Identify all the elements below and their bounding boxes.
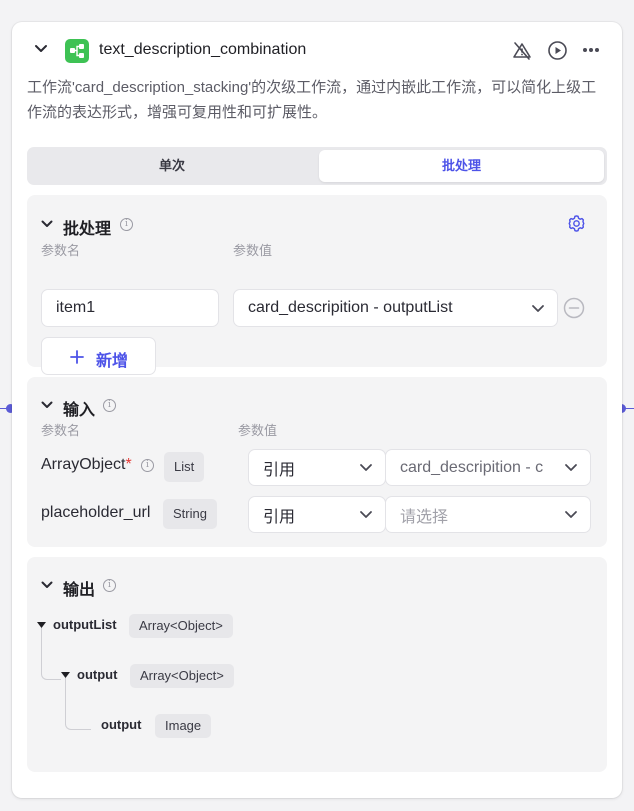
- param-name: placeholder_url: [41, 504, 151, 521]
- column-label-value: 参数值: [238, 423, 278, 438]
- ref-mode-text: 引用: [263, 461, 296, 479]
- plus-icon: [70, 350, 84, 364]
- column-label-name: 参数名: [41, 423, 81, 438]
- output-field-name: output: [101, 717, 142, 732]
- type-tag: List: [164, 452, 205, 482]
- info-icon[interactable]: i: [120, 218, 133, 231]
- workflow-node-card[interactable]: text_description_combination 工作流'card_de…: [12, 22, 622, 798]
- workflow-icon: [65, 39, 89, 63]
- ref-mode-text: 引用: [263, 508, 296, 526]
- batch-param-name-value: item1: [56, 299, 96, 316]
- chevron-down-icon: [532, 305, 544, 312]
- chevron-down-icon[interactable]: [41, 220, 53, 228]
- batch-param-value-select[interactable]: card_descripition - outputList: [233, 289, 558, 327]
- chevron-down-icon[interactable]: [41, 581, 53, 589]
- ref-mode-select[interactable]: 引用: [248, 449, 386, 486]
- input-title: 输入: [63, 402, 96, 419]
- input-panel: 输入 i 参数名 参数值 ArrayObject* i List 引用 card…: [27, 377, 607, 547]
- tree-connector: [65, 678, 91, 730]
- chevron-down-icon: [565, 464, 577, 471]
- chevron-down-icon: [360, 511, 372, 518]
- ref-value-select[interactable]: 请选择: [385, 496, 591, 533]
- add-param-button[interactable]: 新增: [41, 337, 156, 375]
- chevron-down-icon: [565, 511, 577, 518]
- column-label-name: 参数名: [41, 243, 81, 258]
- batch-param-value-text: card_descripition - outputList: [248, 299, 453, 316]
- info-icon[interactable]: i: [141, 459, 154, 472]
- more-icon[interactable]: [582, 47, 600, 53]
- type-tag: String: [163, 499, 217, 529]
- node-header: text_description_combination: [12, 22, 622, 78]
- output-field-name: outputList: [53, 617, 117, 632]
- output-title: 输出: [63, 582, 96, 599]
- ref-value-placeholder: 请选择: [400, 508, 449, 526]
- chevron-down-icon[interactable]: [41, 401, 53, 409]
- node-description: 工作流'card_description_stacking'的次级工作流，通过内…: [27, 79, 597, 121]
- required-mark: *: [125, 456, 132, 473]
- tab-batch[interactable]: 批处理: [319, 150, 604, 182]
- ref-value-select[interactable]: card_descripition - c: [385, 449, 591, 486]
- tab-single[interactable]: 单次: [30, 150, 314, 182]
- type-tag: Image: [155, 714, 212, 738]
- alert-off-icon[interactable]: [512, 41, 532, 61]
- type-tag: Array<Object>: [129, 614, 233, 638]
- ref-value-text: card_descripition - c: [400, 458, 544, 476]
- batch-param-name-input[interactable]: item1: [41, 289, 219, 327]
- caret-down-icon[interactable]: [36, 621, 47, 629]
- right-connector-line: [624, 408, 634, 409]
- param-name: ArrayObject: [41, 456, 126, 473]
- output-panel: 输出 i outputList Array<Object> output Arr…: [27, 557, 607, 772]
- type-tag: Array<Object>: [130, 664, 234, 688]
- output-field-name: output: [77, 667, 118, 682]
- column-label-value: 参数值: [233, 243, 273, 258]
- info-icon[interactable]: i: [103, 579, 116, 592]
- info-icon[interactable]: i: [103, 399, 116, 412]
- mode-tabs: 单次 批处理: [27, 147, 607, 185]
- add-param-label: 新增: [96, 353, 129, 370]
- chevron-down-icon: [360, 464, 372, 471]
- batch-title: 批处理: [63, 221, 112, 238]
- caret-down-icon[interactable]: [60, 671, 71, 679]
- gear-icon[interactable]: [567, 214, 586, 233]
- input-row-name: ArrayObject*: [41, 456, 132, 474]
- node-title: text_description_combination: [99, 41, 307, 58]
- chevron-down-icon[interactable]: [34, 44, 48, 54]
- tree-connector: [41, 628, 61, 680]
- remove-circle-icon[interactable]: [563, 297, 585, 319]
- play-icon[interactable]: [547, 40, 568, 61]
- batch-panel: 批处理 i 参数名 参数值 item1 card_descripition - …: [27, 195, 607, 375]
- ref-mode-select[interactable]: 引用: [248, 496, 386, 533]
